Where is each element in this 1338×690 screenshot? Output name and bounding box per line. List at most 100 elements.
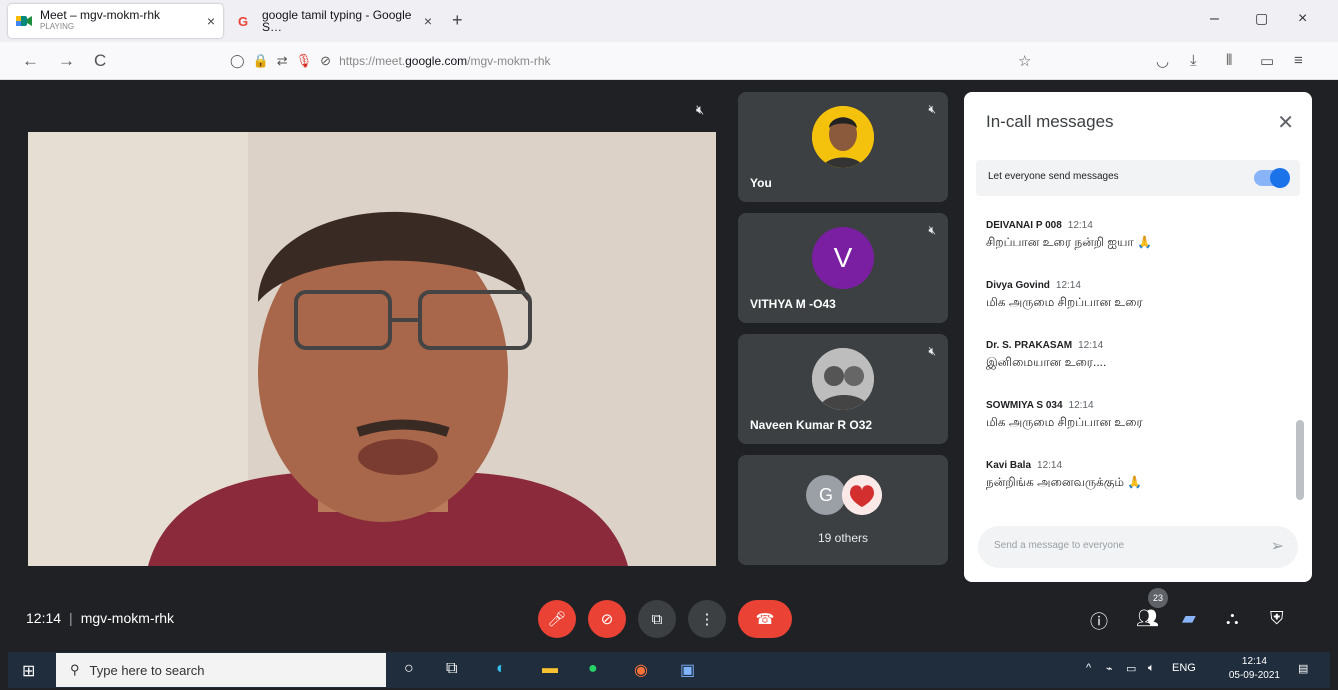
info-icon[interactable]: ⓘ	[1090, 608, 1108, 634]
tab-close-icon[interactable]: ×	[424, 13, 432, 29]
tab-google-tamil[interactable]: G google tamil typing - Google S… ×	[230, 4, 440, 38]
tray-chevron-icon[interactable]: ^	[1086, 662, 1091, 674]
clock-date: 05-09-2021	[1228, 670, 1280, 681]
notifications-icon[interactable]: ▤	[1298, 662, 1308, 675]
toggle-label: Let everyone send messages	[988, 171, 1119, 182]
mic-off-icon: 🔇︎	[696, 102, 705, 117]
meeting-time: 12:14	[26, 610, 62, 626]
message-text: சிறப்பான உரை நன்றி ஐயா 🙏	[986, 235, 1152, 249]
menu-icon[interactable]: ≡	[1294, 52, 1303, 69]
host-controls-icon[interactable]: ⛨	[1270, 608, 1284, 629]
close-icon[interactable]: ✕	[1277, 110, 1294, 135]
scrollbar[interactable]	[1296, 210, 1304, 510]
scrollbar-thumb[interactable]	[1296, 420, 1304, 500]
url-bar[interactable]: ◯ 🔒 ⇄ 🎙 ⊘ https://meet. google.com/mgv-mo…	[220, 47, 1050, 75]
app-icon[interactable]: ▣	[680, 660, 695, 680]
participant-tile-you[interactable]: 🔇︎ You	[738, 92, 948, 202]
windows-start-icon[interactable]: ⊞	[22, 661, 35, 681]
edge-icon[interactable]: ◐	[496, 660, 506, 678]
task-view-icon[interactable]: ⧉	[446, 660, 457, 678]
message-sender: Kavi Bala	[986, 460, 1032, 471]
separator: |	[69, 610, 73, 626]
taskbar-clock[interactable]: 12:14 05-09-2021	[1229, 655, 1280, 683]
message-text: மிக அருமை சிறப்பான உரை	[986, 415, 1143, 429]
message-time: 12:14	[1037, 460, 1063, 471]
search-icon: ⚲	[70, 662, 80, 677]
present-button[interactable]: ⧉	[638, 600, 676, 638]
pocket-icon[interactable]: ◡	[1156, 52, 1169, 70]
participant-tile-vithya[interactable]: V 🔇︎ VITHYA M -O43	[738, 213, 948, 323]
list-item: DEIVANAI P 008 12:14 சிறப்பான உரை நன்றி ஐ…	[986, 220, 1286, 280]
avatar	[842, 475, 882, 515]
participant-name: VITHYA M -O43	[750, 297, 836, 311]
network-icon[interactable]: ⌁	[1106, 662, 1113, 675]
mic-toggle-button[interactable]: 🎤︎	[538, 600, 576, 638]
send-icon[interactable]: ➢	[1271, 536, 1284, 556]
message-placeholder: Send a message to everyone	[994, 540, 1125, 551]
present-icon: ⧉	[651, 610, 663, 628]
bookmark-star-icon[interactable]: ☆	[1018, 52, 1031, 70]
message-sender: SOWMIYA S 034	[986, 400, 1063, 411]
message-list: DEIVANAI P 008 12:14 சிறப்பான உரை நன்றி ஐ…	[986, 220, 1286, 520]
tab-meet[interactable]: Meet – mgv-mokm-rhk PLAYING ×	[8, 4, 223, 38]
battery-icon[interactable]: ▭	[1126, 662, 1136, 675]
mic-off-icon: 🎤︎	[547, 611, 567, 628]
file-explorer-icon[interactable]: ▬	[542, 660, 558, 678]
message-time: 12:14	[1067, 220, 1093, 231]
message-sender: DEIVANAI P 008	[986, 220, 1062, 231]
url-host: google.com	[405, 54, 468, 68]
avatar: G	[806, 475, 846, 515]
volume-icon[interactable]: 🔈︎	[1148, 662, 1155, 675]
lock-icon: 🔒	[252, 53, 269, 68]
participant-name: Naveen Kumar R O32	[750, 418, 873, 432]
message-text: நன்றிங்க அனைவருக்கும் 🙏	[986, 475, 1143, 489]
language-indicator[interactable]: ENG	[1172, 662, 1196, 674]
camera-toggle-button[interactable]: ⊘	[588, 600, 626, 638]
firefox-icon[interactable]: ◉	[634, 660, 648, 680]
whatsapp-icon[interactable]: ●	[588, 660, 598, 678]
clock-time: 12:14	[1241, 656, 1267, 667]
tab-close-icon[interactable]: ×	[207, 13, 215, 29]
phone-hangup-icon: ☎	[755, 611, 775, 628]
participant-tile-others[interactable]: G 19 others	[738, 455, 948, 565]
mic-off-icon: 🔇︎	[928, 344, 936, 358]
forward-button[interactable]: →	[58, 51, 75, 71]
taskbar-search[interactable]: ⚲ Type here to search	[56, 653, 386, 687]
send-permission-toggle[interactable]	[1254, 168, 1290, 188]
message-input[interactable]: Send a message to everyone ➢	[978, 526, 1298, 568]
search-placeholder: Type here to search	[89, 662, 205, 678]
activities-icon[interactable]: ⛬	[1226, 608, 1239, 629]
chat-icon[interactable]: ▰	[1182, 608, 1196, 629]
in-call-messages-panel: In-call messages ✕ Let everyone send mes…	[964, 92, 1312, 582]
meeting-code: mgv-mokm-rhk	[80, 610, 175, 626]
speaker-video-image	[28, 132, 716, 566]
send-permission-row: Let everyone send messages	[976, 160, 1300, 196]
more-options-button[interactable]: ⋮	[688, 600, 726, 638]
leave-call-button[interactable]: ☎	[738, 600, 792, 638]
restore-button[interactable]: ▢	[1255, 10, 1268, 27]
meet-controls-bar: 12:14 | mgv-mokm-rhk 🎤︎ ⊘ ⧉ ⋮ ☎ ⓘ 👥︎ 23 ▰ …	[8, 588, 1330, 650]
reload-button[interactable]: C	[94, 51, 106, 71]
minimize-button[interactable]: –	[1210, 10, 1219, 28]
participant-tile-naveen[interactable]: 🔇︎ Naveen Kumar R O32	[738, 334, 948, 444]
google-icon: G	[238, 14, 249, 29]
back-button[interactable]: ←	[22, 51, 39, 71]
list-item: Kavi Bala 12:14 நன்றிங்க அனைவருக்கும் 🙏	[986, 460, 1286, 520]
participant-name: You	[750, 176, 772, 190]
others-count-label: 19 others	[817, 531, 869, 545]
avatar	[812, 348, 874, 410]
people-icon[interactable]: 👥︎	[1136, 608, 1159, 629]
cortana-icon[interactable]: ○	[404, 660, 414, 678]
tab-bar: Meet – mgv-mokm-rhk PLAYING × G google t…	[0, 0, 1338, 42]
avatar	[812, 106, 874, 168]
library-icon[interactable]: ⫴	[1226, 52, 1232, 69]
list-item: SOWMIYA S 034 12:14 மிக அருமை சிறப்பான உர…	[986, 400, 1286, 460]
new-tab-button[interactable]: +	[452, 10, 463, 31]
list-item: Divya Govind 12:14 மிக அருமை சிறப்பான உரை	[986, 280, 1286, 340]
download-icon[interactable]: ⤓	[1190, 52, 1197, 69]
microphone-icon: 🎙	[295, 53, 313, 68]
sidebar-icon[interactable]: ▭	[1260, 52, 1274, 70]
close-window-button[interactable]: ×	[1298, 10, 1307, 28]
participants-count-badge: 23	[1148, 588, 1168, 608]
meet-stage: 🔇︎ 🔇︎ You V 🔇︎ VITHYA M -O43 🔇︎ Naveen K…	[8, 80, 1330, 650]
